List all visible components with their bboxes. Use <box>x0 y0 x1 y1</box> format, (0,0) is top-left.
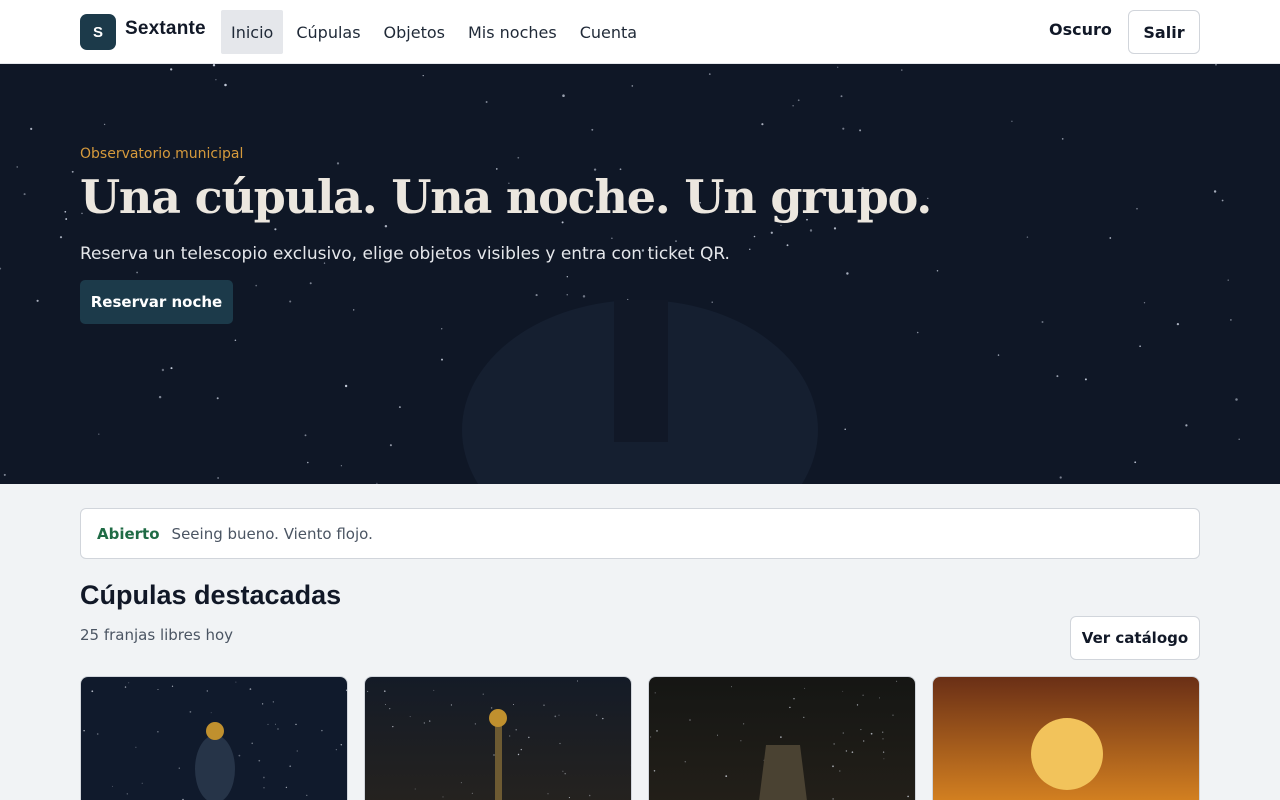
view-catalog-button[interactable]: Ver catálogo <box>1070 616 1200 660</box>
conditions-status-bar: Abierto Seeing bueno. Viento flojo. <box>80 508 1200 559</box>
top-navbar: S Sextante Inicio Cúpulas Objetos Mis no… <box>0 0 1280 64</box>
nav-item-objetos[interactable]: Objetos <box>374 10 455 54</box>
hero-eyebrow: Observatorio municipal <box>80 146 244 162</box>
nav-item-inicio[interactable]: Inicio <box>221 10 284 54</box>
main-nav: Inicio Cúpulas Objetos Mis noches Cuenta <box>221 10 647 54</box>
logout-button[interactable]: Salir <box>1128 10 1200 54</box>
dome-card-2[interactable] <box>364 676 632 800</box>
hero-banner: Observatorio municipal Una cúpula. Una n… <box>0 64 1280 484</box>
hero-title: Una cúpula. Una noche. Un grupo. <box>80 170 932 224</box>
dome-card-1-image <box>81 677 347 800</box>
dome-card-3-image <box>649 677 915 800</box>
section-subtitle: 25 franjas libres hoy <box>80 626 234 644</box>
nav-item-cupulas[interactable]: Cúpulas <box>286 10 370 54</box>
theme-toggle-button[interactable]: Oscuro <box>1049 20 1112 39</box>
dome-card-2-image <box>365 677 631 800</box>
dome-card-4[interactable] <box>932 676 1200 800</box>
brand-name[interactable]: Sextante <box>125 18 206 40</box>
nav-item-cuenta[interactable]: Cuenta <box>570 10 647 54</box>
reserve-night-button[interactable]: Reservar noche <box>80 280 233 324</box>
dome-card-4-image <box>933 677 1199 800</box>
hero-subtitle: Reserva un telescopio exclusivo, elige o… <box>80 244 730 264</box>
status-badge: Abierto <box>97 524 160 543</box>
dome-card-3[interactable] <box>648 676 916 800</box>
section-title: Cúpulas destacadas <box>80 580 342 610</box>
nav-item-mis-noches[interactable]: Mis noches <box>458 10 567 54</box>
dome-slit-illustration <box>614 300 668 442</box>
logo-icon[interactable]: S <box>80 14 116 50</box>
dome-card-1[interactable] <box>80 676 348 800</box>
status-text: Seeing bueno. Viento flojo. <box>171 524 373 543</box>
